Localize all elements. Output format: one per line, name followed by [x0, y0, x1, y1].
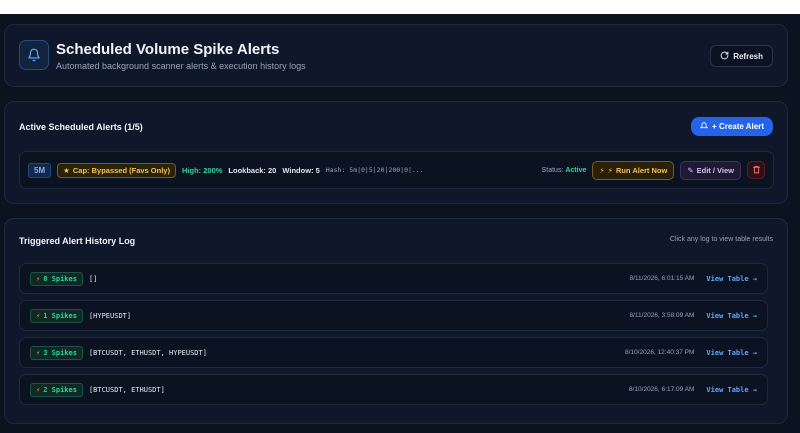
symbols-list: [HYPEUSDT] [88, 311, 132, 320]
lightning-icon: ⚡ [36, 311, 41, 320]
history-title: Triggered Alert History Log [19, 236, 136, 246]
spikes-badge: ⚡ 1 Spikes [30, 308, 83, 323]
create-alert-label: + Create Alert [712, 122, 764, 131]
spikes-count: 0 Spikes [43, 274, 77, 283]
run-alert-button[interactable]: ⚡ ⚡ Run Alert Now [592, 160, 675, 180]
bell-icon [699, 121, 709, 132]
high-threshold: High: 200% [181, 165, 223, 175]
lightning-icon: ⚡ [607, 165, 613, 175]
header-panel: Scheduled Volume Spike Alerts Automated … [4, 24, 788, 87]
timestamp: 8/10/2026, 12:40:37 PM [625, 349, 695, 356]
spikes-badge: ⚡ 2 Spikes [30, 382, 83, 397]
refresh-icon [720, 51, 729, 62]
timestamp: 8/11/2026, 3:58:09 AM [629, 312, 695, 319]
log-row[interactable]: ⚡ 1 Spikes [HYPEUSDT] 8/11/2026, 3:58:09 … [19, 300, 768, 331]
top-strip [0, 0, 800, 14]
alert-row[interactable]: 5M ★ Cap: Bypassed (Favs Only) High: 200… [19, 151, 774, 189]
lightning-icon: ⚡ [36, 274, 41, 283]
timeframe-badge: 5M [28, 162, 52, 178]
log-row[interactable]: ⚡ 2 Spikes [BTCUSDT, ETHUSDT] 8/10/2026, … [19, 374, 768, 405]
spikes-count: 2 Spikes [43, 385, 77, 394]
edit-view-label: Edit / View [696, 165, 734, 175]
timestamp: 8/11/2026, 6:01:15 AM [629, 275, 695, 282]
spikes-count: 3 Spikes [43, 348, 77, 357]
view-table-link[interactable]: View Table → [706, 386, 757, 394]
view-table-link[interactable]: View Table → [706, 349, 757, 357]
spikes-count: 1 Spikes [43, 311, 77, 320]
active-alerts-panel: Active Scheduled Alerts (1/5) + Create A… [4, 101, 788, 204]
log-row[interactable]: ⚡ 3 Spikes [BTCUSDT, ETHUSDT, HYPEUSDT] 8… [19, 337, 768, 368]
lightning-icon: ⚡ [36, 385, 41, 394]
run-alert-label: Run Alert Now [615, 165, 668, 175]
pencil-icon: ✎ [687, 165, 694, 175]
trash-icon [752, 165, 761, 176]
view-table-link[interactable]: View Table → [706, 275, 757, 283]
timestamp: 8/10/2026, 6:17:09 AM [629, 386, 695, 393]
spikes-badge: ⚡ 3 Spikes [30, 345, 83, 360]
status-value: Active [565, 166, 587, 174]
status-text: Status: Active [542, 167, 587, 174]
bell-icon [19, 40, 49, 70]
hash-value: Hash: 5m|0|5|20|200|0|... [325, 166, 424, 174]
symbols-list: [BTCUSDT, ETHUSDT, HYPEUSDT] [88, 348, 207, 357]
create-alert-button[interactable]: + Create Alert [691, 117, 773, 136]
view-table-link[interactable]: View Table → [706, 312, 757, 320]
lookback-value: Lookback: 20 [228, 165, 277, 175]
page-title: Scheduled Volume Spike Alerts [56, 41, 280, 58]
window-value: Window: 5 [282, 165, 320, 175]
cap-label: Cap: Bypassed (Favs Only) [72, 165, 170, 175]
history-panel: Triggered Alert History Log Click any lo… [4, 218, 788, 424]
edit-view-button[interactable]: ✎ Edit / View [680, 160, 741, 180]
active-alerts-title: Active Scheduled Alerts (1/5) [19, 122, 143, 132]
history-hint: Click any log to view table results [669, 236, 773, 243]
symbols-list: [BTCUSDT, ETHUSDT] [88, 385, 165, 394]
lightning-icon: ⚡ [36, 348, 41, 357]
page-subtitle: Automated background scanner alerts & ex… [56, 61, 306, 71]
lightning-icon: ⚡ [599, 165, 605, 175]
status-label: Status: [541, 166, 564, 174]
log-row[interactable]: ⚡ 0 Spikes [] 8/11/2026, 6:01:15 AM View … [19, 263, 768, 294]
refresh-button[interactable]: Refresh [710, 45, 773, 67]
star-icon: ★ [63, 165, 70, 175]
symbols-list: [] [88, 274, 98, 283]
spikes-badge: ⚡ 0 Spikes [30, 271, 83, 286]
cap-badge: ★ Cap: Bypassed (Favs Only) [57, 162, 176, 178]
delete-button[interactable] [747, 161, 765, 179]
refresh-label: Refresh [733, 51, 763, 61]
